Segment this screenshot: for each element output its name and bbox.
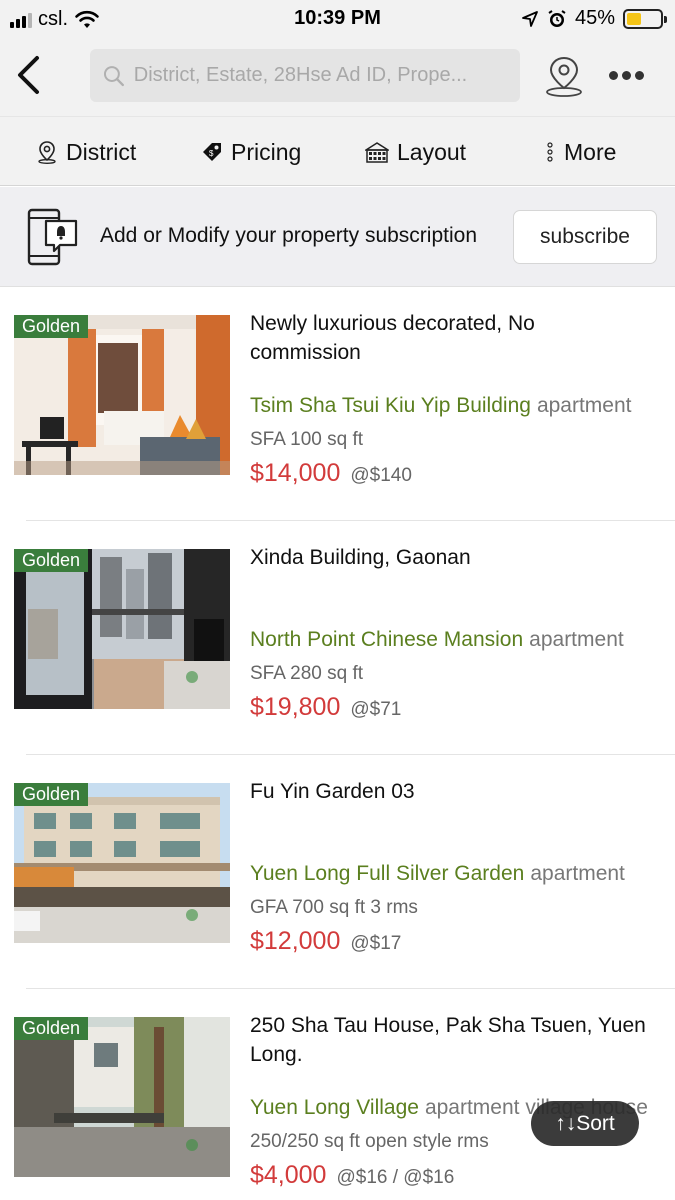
listing-area: GFA 700 sq ft 3 rms (250, 897, 418, 918)
filter-layout[interactable]: Layout (365, 117, 466, 187)
listing-price-line: $14,000 @$140 (250, 459, 412, 488)
estate-name[interactable]: North Point Chinese Mansion (250, 628, 523, 651)
search-input[interactable] (133, 64, 520, 87)
rent-price: $4,000 (250, 1161, 327, 1189)
unit-price: @$140 (350, 465, 412, 486)
property-photo[interactable] (14, 1017, 230, 1177)
filter-pricing[interactable]: $ Pricing (201, 117, 301, 187)
rent-price: $12,000 (250, 927, 341, 955)
property-type: apartment (536, 394, 632, 417)
battery-level-fill (627, 12, 641, 25)
listing-card[interactable]: Golden Newly luxurious decorated, No com… (0, 287, 675, 521)
search-icon (103, 65, 124, 86)
location-pin-icon (38, 141, 56, 164)
subscribe-button[interactable]: subscribe (513, 210, 657, 264)
listing-price-line: $4,000 @$16 / @$16 (250, 1161, 454, 1190)
svg-text:$: $ (209, 149, 214, 158)
sort-button[interactable]: ↑↓Sort (531, 1101, 639, 1146)
battery-icon (623, 8, 667, 29)
listing-price-line: $12,000 @$17 (250, 927, 401, 956)
status-icons: 45% (521, 7, 667, 30)
filter-label: Layout (397, 138, 467, 165)
golden-badge: Golden (14, 1017, 89, 1040)
unit-price: @$16 / @$16 (336, 1167, 455, 1188)
map-button[interactable] (542, 52, 586, 100)
location-arrow-icon (522, 10, 538, 27)
building-icon (365, 142, 389, 163)
listing-area: SFA 280 sq ft (250, 663, 364, 684)
property-photo[interactable] (14, 315, 230, 475)
filter-bar: District $ Pricing Layout More (0, 116, 675, 186)
status-bar: csl. 10:39 PM 45% (0, 0, 675, 38)
chevron-left-icon (18, 56, 39, 94)
filter-label: More (564, 138, 617, 165)
vertical-dots-icon (547, 142, 553, 162)
listing-title[interactable]: Xinda Building, Gaonan (250, 543, 650, 572)
rent-price: $14,000 (250, 459, 341, 487)
estate-name[interactable]: Yuen Long Village (250, 1096, 419, 1119)
alarm-icon (548, 9, 566, 27)
subscription-text: Add or Modify your property subscription (100, 224, 478, 247)
listing-area: SFA 100 sq ft (250, 429, 364, 450)
map-pin-icon (546, 56, 582, 97)
battery-percent: 45% (574, 7, 615, 29)
listing-title[interactable]: Newly luxurious decorated, No commission (250, 309, 650, 367)
listing-card[interactable]: Golden Xinda Building, Gaonan North Poin… (0, 521, 675, 755)
listing-card[interactable]: Golden 250 Sha Tau House, Pak Sha Tsuen,… (0, 989, 675, 1200)
subscription-banner: Add or Modify your property subscription… (0, 187, 675, 287)
listing-title[interactable]: 250 Sha Tau House, Pak Sha Tsuen, Yuen L… (250, 1011, 650, 1069)
listing-estate-line: North Point Chinese Mansion apartment (250, 628, 675, 652)
navigation-bar (0, 38, 675, 116)
listing-estate-line: Yuen Long Full Silver Garden apartment (250, 862, 675, 886)
golden-badge: Golden (14, 315, 89, 338)
filter-label: Pricing (231, 138, 302, 165)
more-options-button[interactable] (604, 62, 648, 88)
unit-price: @$71 (350, 699, 402, 720)
filter-label: District (66, 138, 137, 165)
golden-badge: Golden (14, 549, 89, 572)
app-screen: csl. 10:39 PM 45% District, Estate, 28Hs… (0, 0, 675, 1200)
listing-card[interactable]: Golden Fu Yin Garden 03 Yuen Long Full S… (0, 755, 675, 989)
property-photo[interactable] (14, 549, 230, 709)
search-bar[interactable] (90, 49, 520, 102)
filter-more[interactable]: More (544, 117, 616, 187)
property-type: apartment (530, 862, 625, 885)
rent-price: $19,800 (250, 693, 341, 721)
back-button[interactable] (8, 52, 48, 98)
phone-notification-icon (27, 208, 78, 266)
listing-price-line: $19,800 @$71 (250, 693, 401, 722)
unit-price: @$17 (350, 933, 402, 954)
estate-name[interactable]: Tsim Sha Tsui Kiu Yip Building (250, 394, 531, 417)
listing-estate-line: Tsim Sha Tsui Kiu Yip Building apartment (250, 394, 675, 418)
property-photo[interactable] (14, 783, 230, 943)
listing-title[interactable]: Fu Yin Garden 03 (250, 777, 650, 806)
price-tag-icon: $ (203, 143, 221, 161)
filter-district[interactable]: District (36, 117, 136, 187)
listing-area: 250/250 sq ft open style rms (250, 1131, 489, 1152)
estate-name[interactable]: Yuen Long Full Silver Garden (250, 862, 524, 885)
golden-badge: Golden (14, 783, 89, 806)
property-type: apartment (529, 628, 624, 651)
